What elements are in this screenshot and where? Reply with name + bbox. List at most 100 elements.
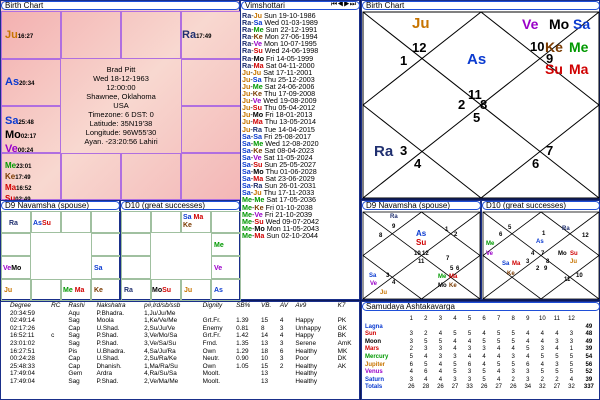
table-cell: 13 (260, 370, 269, 378)
table-cell: 4,Sa/Ju/Ra (144, 347, 176, 355)
south-cell-sag[interactable]: Me23:01 Ke17:49 Ma16:52 Su02:49 (1, 153, 61, 203)
table-cell: 16:27:51 (10, 347, 35, 355)
ash-cell: 3 (467, 346, 472, 353)
planet-details-panel: Degree RC Rashi Nakshatra p#,lrd/sb/ssb Digni… (0, 301, 360, 400)
ashtakavarga-table: 1 2 3 4 5 6 7 8 9 10 11 12 Lagna 49 Sun 3 2 4 5 5 4 5 5 4 4 4 3 48… (364, 316, 599, 392)
table-cell: 3 (279, 339, 284, 347)
column-header: Av9 (295, 302, 307, 309)
house-5: 5 (473, 110, 481, 125)
d9-planet-ve: Ve (3, 265, 12, 272)
north-planet-ra: Ra (374, 143, 394, 160)
table-row[interactable]: 02:49:14 Sag Moola 1,Ke/Ve/Me Grt.Fr. 1.39 15 4… (1, 317, 361, 325)
d10r-planet-ve: Ve (486, 251, 494, 257)
ash-cell (448, 324, 463, 332)
planet-mo: Mo (5, 129, 21, 141)
table-cell: Healthy (295, 362, 318, 370)
ash-cell: 33 (466, 384, 473, 391)
table-cell (50, 310, 67, 318)
ash-row[interactable]: Mars 2 3 3 4 3 3 4 4 5 3 4 1 39 (364, 346, 599, 354)
house-2: 2 (458, 97, 466, 112)
table-cell: 3 (279, 324, 284, 332)
column-header: SB% (236, 302, 251, 309)
south-cell-tau[interactable] (121, 11, 181, 59)
d10r-planet-su: Su (570, 251, 578, 257)
house-6: 6 (532, 156, 540, 171)
ash-cell: 3 (409, 338, 413, 345)
ash-cell: 5 (540, 369, 545, 376)
ash-row[interactable]: Lagna 49 (364, 324, 599, 332)
ash-cell: 6 (409, 361, 413, 368)
d9-north-panel: D9 Navamsha (spouse) Ra As Su Sa Ve Ju M… (361, 200, 481, 300)
d9-planet-mo: Mo (11, 265, 22, 272)
table-cell: 2 (279, 362, 284, 370)
south-cell-gem[interactable]: Ra17:49 (181, 11, 241, 59)
table-cell: Moolt. (202, 370, 221, 378)
south-cell-cap[interactable]: Sa25:48 Mo02:17 Ve00:24 (1, 106, 61, 155)
ash-col-header: 4 (453, 316, 457, 322)
table-row[interactable]: 02:17:26 Cap U.Shad. 2,Su/Ju/Ve Enemy 0.81 8 3 U… (1, 325, 361, 333)
table-row[interactable]: 25:48:33 Cap Dhanish. 1,Ma/Ra/Su Own 1.05 15 2 H… (1, 363, 361, 371)
south-cell-can[interactable] (181, 59, 241, 106)
column-header: Degree (10, 302, 31, 309)
ash-cell: 3 (555, 338, 559, 345)
d10r-planet-ra: Ra (562, 226, 570, 232)
table-cell: Sag (68, 339, 80, 347)
ash-row[interactable]: Sun 3 2 4 5 5 4 5 5 4 4 4 3 48 (364, 331, 599, 339)
south-cell-vir[interactable] (181, 153, 241, 200)
table-cell (235, 378, 260, 386)
table-cell (202, 310, 236, 318)
d10r-planet-mo: Mo (558, 251, 567, 257)
ash-row[interactable]: Moon 3 5 5 4 4 5 5 5 4 4 3 3 49 (364, 339, 599, 347)
ash-cell: 3 (482, 346, 486, 353)
ash-cell: 4 (438, 376, 443, 383)
ash-cell: 3 (424, 346, 428, 353)
ash-cell: 4 (453, 338, 457, 345)
table-cell: Poor (295, 355, 309, 363)
table-cell: 13 (260, 339, 269, 347)
table-cell: Healthy (295, 377, 318, 385)
ash-cell (535, 324, 550, 332)
table-cell: 3,Ve/Mo/Sa (144, 332, 178, 340)
table-row[interactable]: 17:49:04 Sag P.Shad. 2,Ve/Ma/Me Moolt. 13 Heal… (1, 378, 361, 386)
planet-sa: Sa (5, 115, 19, 127)
nav-last-icon[interactable]: ⏭ (350, 2, 356, 8)
ash-row[interactable]: Totals 26 28 26 27 33 26 27 26 34 32 27 32 337 (364, 384, 599, 392)
planet-label (1, 370, 9, 378)
table-cell: 16:52:11 (10, 332, 35, 340)
dasha-lord: Me (242, 230, 252, 240)
ash-cell: 4 (569, 376, 574, 383)
table-row[interactable]: 20:34:59 Aqu P.Bhadra. 1,Ju/Ju/Me (1, 310, 361, 318)
south-cell-lib[interactable] (121, 153, 181, 200)
table-row[interactable]: 23:01:02 Sag P.Shad. 3,Ve/Sa/Su Frnd. 1.35 13 3… (1, 340, 361, 348)
ash-row[interactable]: Venus 4 6 4 5 3 5 4 3 3 5 5 5 52 (364, 369, 599, 377)
ash-cell: 4 (555, 346, 559, 353)
table-cell: Unhappy (295, 324, 321, 332)
house-4: 4 (414, 156, 422, 171)
table-cell: BK (337, 332, 347, 340)
ash-row[interactable]: Jupiter 6 5 4 5 6 4 5 5 6 4 3 5 56 (364, 362, 599, 370)
ash-row-label: Lagna (365, 323, 383, 330)
table-row[interactable]: 16:27:51 Pis U.Bhadra. 4,Sa/Ju/Ra Own 1.29 18 6… (1, 348, 361, 356)
ash-total: 49 (585, 338, 593, 345)
south-cell-sco[interactable] (61, 153, 121, 200)
table-row[interactable]: 17:49:04 Gem Ardra 4,Ra/Su/Sa Moolt. 13 Health… (1, 370, 361, 378)
south-cell-leo[interactable] (181, 106, 241, 153)
table-cell: Sag (68, 317, 80, 325)
ash-row[interactable]: Mercury 5 4 3 3 4 4 4 3 4 5 5 5 54 (364, 354, 599, 362)
d9r-planet-ra: Ra (390, 214, 398, 220)
north-planet-ma: Ma (569, 61, 589, 77)
column-header: VB. (260, 302, 272, 309)
table-row[interactable]: 16:52:11 c Sag P.Shad. 3,Ve/Mo/Sa Grt.Fr. 1.42… (1, 332, 361, 340)
table-cell: 1.42 (236, 332, 249, 340)
dasha-date: 02-10-2044 (281, 230, 318, 240)
south-cell-ari[interactable] (61, 11, 121, 59)
table-row[interactable]: 00:24:28 Cap U.Shad. 2,Su/Ra/Ke Neutr. 0.90 10… (1, 355, 361, 363)
south-cell-pis[interactable]: Ju16:27 (1, 11, 61, 59)
table-cell: Own (202, 347, 216, 355)
ash-cell: 3 (569, 331, 574, 338)
south-cell-aqu[interactable]: As20:34 (1, 59, 61, 106)
ash-row-label: Jupiter (365, 361, 386, 368)
ash-cell: 4 (409, 369, 413, 376)
dasha-row[interactable]: Me-Ma Sun 02-10-2044 (242, 232, 360, 239)
ash-row[interactable]: Saturn 3 4 4 3 3 5 4 2 3 2 2 4 39 (364, 377, 599, 385)
